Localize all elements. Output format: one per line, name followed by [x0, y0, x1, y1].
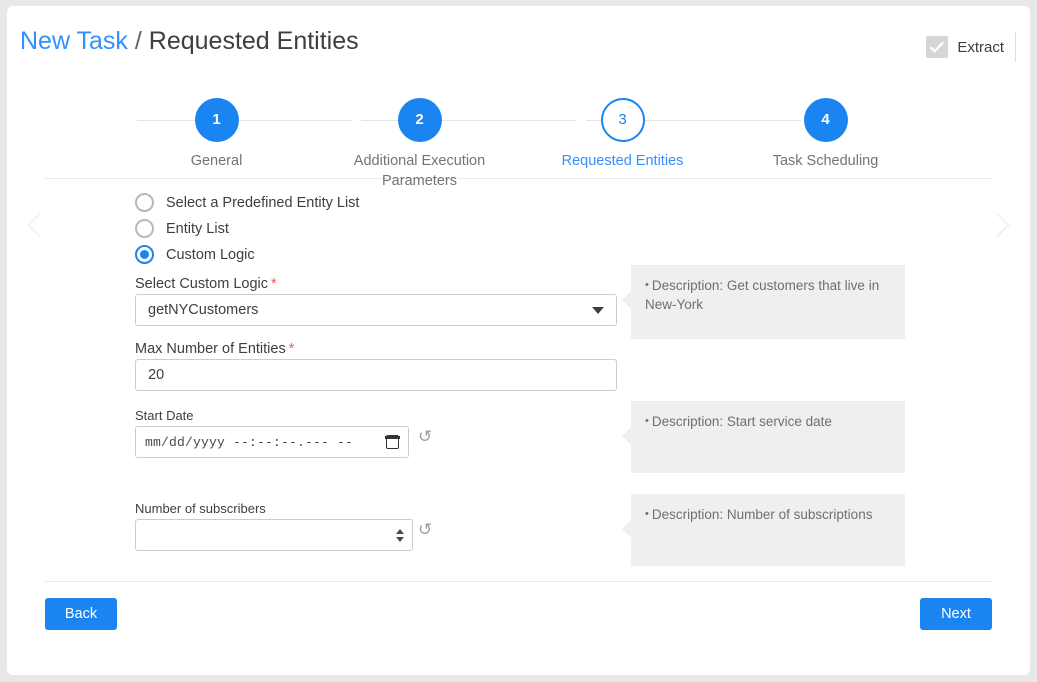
radio-entity-list-label: Entity List — [166, 220, 229, 237]
subscribers-description-callout: • Description: Number of subscriptions — [622, 494, 905, 566]
wizard-card: New Task / Requested Entities Extract 1 … — [7, 6, 1030, 675]
extract-checkbox[interactable] — [926, 36, 949, 58]
custom-logic-label: Select Custom Logic * — [135, 276, 277, 292]
max-entities-input[interactable]: 20 — [135, 359, 617, 391]
max-entities-label: Max Number of Entities * — [135, 341, 295, 357]
step-list: 1 General 2 Additional Execution Paramet… — [115, 78, 927, 191]
spinner-up-icon[interactable] — [396, 528, 404, 534]
spinner-down-icon[interactable] — [396, 536, 404, 542]
bullet-icon: • — [645, 508, 649, 520]
step-4-task-scheduling[interactable]: 4 Task Scheduling — [724, 78, 927, 191]
back-button[interactable]: Back — [45, 598, 117, 630]
start-date-input[interactable]: mm/dd/yyyy --:--:--.--- -- — [135, 426, 409, 458]
custom-logic-description-text: • Description: Get customers that live in… — [645, 278, 880, 312]
subscribers-label: Number of subscribers — [135, 501, 266, 516]
step-1-label: General — [190, 153, 243, 169]
extract-control[interactable]: Extract — [926, 32, 1016, 62]
page-title: New Task / Requested Entities — [20, 27, 359, 56]
page-header: New Task / Requested Entities Extract — [7, 6, 1030, 78]
radio-entity-list[interactable]: Entity List — [135, 219, 229, 238]
radio-custom-logic-label: Custom Logic — [166, 246, 255, 263]
calendar-icon[interactable] — [385, 435, 400, 449]
start-date-value: mm/dd/yyyy --:--:--.--- -- — [145, 434, 354, 450]
start-date-reset-icon[interactable]: ↺ — [418, 429, 432, 446]
form-body: Select a Predefined Entity List Entity L… — [7, 179, 1030, 581]
custom-logic-value: getNYCustomers — [148, 302, 259, 318]
radio-custom-logic-input[interactable] — [135, 245, 154, 264]
start-date-description-text: • Description: Start service date — [645, 414, 832, 429]
extract-label: Extract — [957, 38, 1004, 56]
step-4-number: 4 — [803, 98, 848, 142]
start-date-label: Start Date — [135, 408, 194, 423]
bullet-icon: • — [645, 279, 649, 291]
step-1-general[interactable]: 1 General — [115, 78, 318, 191]
wizard-footer: Back Next — [7, 582, 1030, 672]
step-1-number: 1 — [194, 98, 239, 142]
step-2-additional-execution-parameters[interactable]: 2 Additional Execution Parameters — [318, 78, 521, 191]
radio-predefined-entity-list[interactable]: Select a Predefined Entity List — [135, 193, 359, 212]
max-entities-value: 20 — [148, 367, 165, 383]
app-page: New Task / Requested Entities Extract 1 … — [0, 0, 1037, 682]
subscribers-reset-icon[interactable]: ↺ — [418, 522, 432, 539]
step-4-label: Task Scheduling — [772, 153, 879, 169]
chevron-down-icon — [592, 306, 604, 314]
quantity-stepper[interactable] — [396, 528, 404, 542]
radio-entity-list-input[interactable] — [135, 219, 154, 238]
breadcrumb-new-task[interactable]: New Task — [20, 27, 128, 55]
start-date-description-callout: • Description: Start service date — [622, 401, 905, 473]
bullet-icon: • — [645, 415, 649, 427]
custom-logic-select[interactable]: getNYCustomers — [135, 294, 617, 326]
step-connector-1 — [137, 120, 352, 121]
wizard-stepper: 1 General 2 Additional Execution Paramet… — [9, 78, 1028, 238]
custom-logic-description-callout: • Description: Get customers that live in… — [622, 265, 905, 339]
radio-predefined-entity-list-input[interactable] — [135, 193, 154, 212]
breadcrumb-separator: / — [134, 27, 142, 55]
check-icon — [929, 41, 945, 53]
step-3-requested-entities[interactable]: 3 Requested Entities — [521, 78, 724, 191]
subscribers-description-text: • Description: Number of subscriptions — [645, 507, 873, 522]
breadcrumb-current: Requested Entities — [148, 27, 359, 55]
radio-custom-logic[interactable]: Custom Logic — [135, 245, 255, 264]
step-3-number: 3 — [600, 98, 645, 142]
header-divider — [1015, 32, 1016, 62]
subscribers-input[interactable] — [135, 519, 413, 551]
next-button[interactable]: Next — [920, 598, 992, 630]
step-connector-2 — [361, 120, 576, 121]
step-3-label: Requested Entities — [561, 153, 684, 169]
radio-predefined-entity-list-label: Select a Predefined Entity List — [166, 194, 360, 211]
step-2-number: 2 — [397, 98, 442, 142]
